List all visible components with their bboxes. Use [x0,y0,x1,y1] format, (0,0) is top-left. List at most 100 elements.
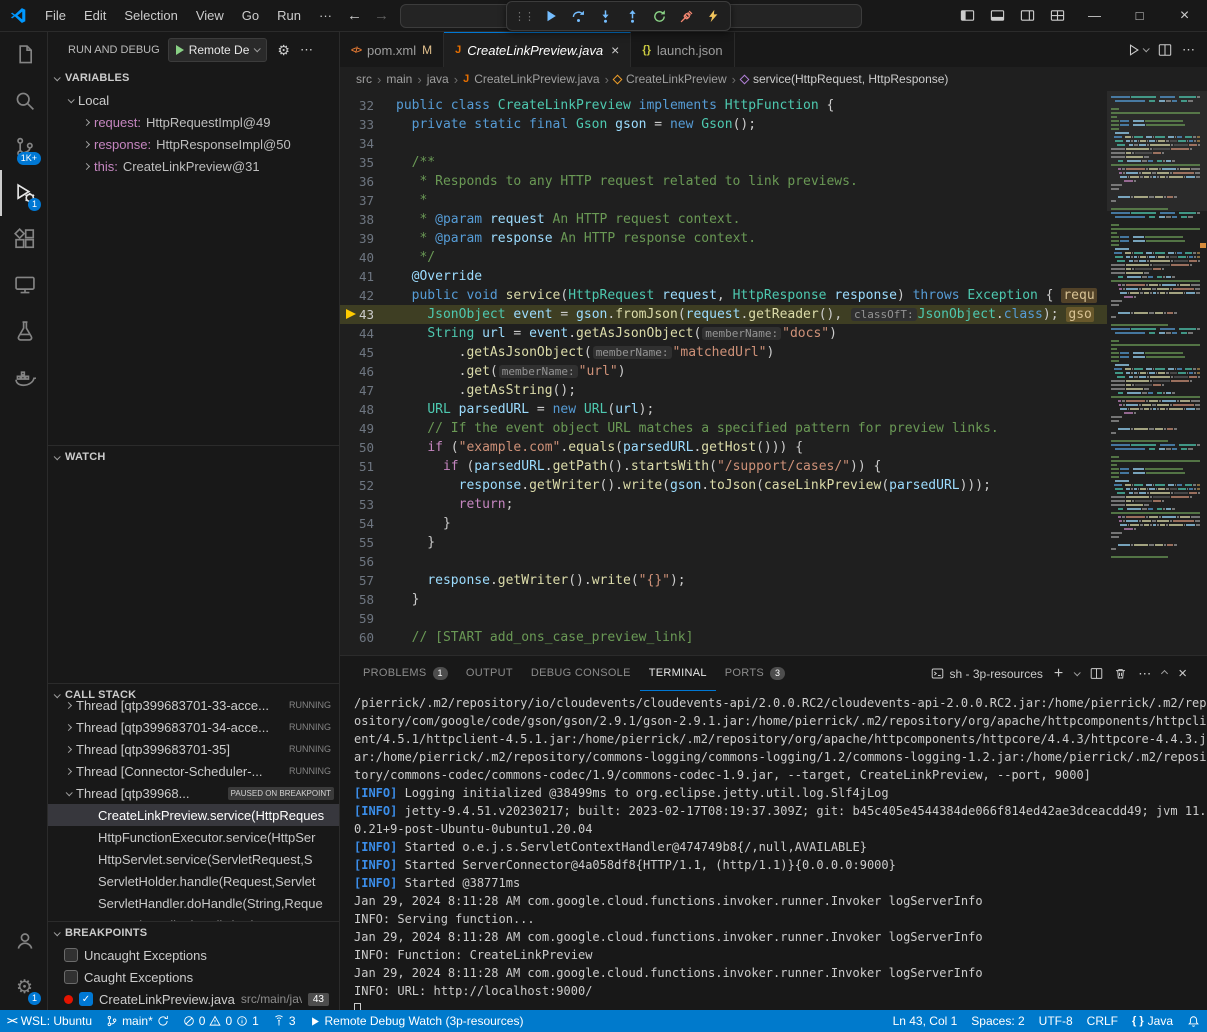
tab-close-icon[interactable]: × [611,42,619,58]
code-line-44[interactable]: 44 String url = event.getAsJsonObject(me… [340,324,1107,343]
line-number[interactable]: 58 [340,590,396,609]
menu-run[interactable]: Run [268,5,310,27]
code-pane[interactable]: 32public class CreateLinkPreview impleme… [340,91,1107,655]
code-line-52[interactable]: 52 response.getWriter().write(gson.toJso… [340,476,1107,495]
line-number[interactable]: 41 [340,267,396,286]
menu-view[interactable]: View [187,5,233,27]
navigate-forward-icon[interactable]: → [368,7,395,24]
callstack-thread[interactable]: Thread [qtp399683701-33-acce...RUNNING [48,694,339,716]
callstack-frame[interactable]: HttpServlet.service(ServletRequest,S [48,848,339,870]
breadcrumb-main[interactable]: main [386,72,412,86]
line-number[interactable]: 44 [340,324,396,343]
line-number[interactable]: 56 [340,552,396,571]
line-number[interactable]: 40 [340,248,396,267]
code-line-60[interactable]: 60 // [START add_ons_case_preview_link] [340,628,1107,647]
debug-settings-gear-icon[interactable]: ⚙ [277,43,290,57]
callstack-thread[interactable]: Thread [qtp399683701-34-acce...RUNNING [48,716,339,738]
code-line-33[interactable]: 33 private static final Gson gson = new … [340,115,1107,134]
debug-step-into-button[interactable] [592,4,618,28]
customize-layout-icon[interactable] [1042,0,1072,31]
code-line-54[interactable]: 54 } [340,514,1107,533]
line-number[interactable]: 37 [340,191,396,210]
callstack-frame[interactable]: ServletHandler.doHandle(String,Reque [48,892,339,914]
code-line-32[interactable]: 32public class CreateLinkPreview impleme… [340,96,1107,115]
code-line-42[interactable]: 42 public void service(HttpRequest reque… [340,286,1107,305]
line-number[interactable]: 33 [340,115,396,134]
encoding-indicator[interactable]: UTF-8 [1032,1010,1080,1032]
variable-request[interactable]: request:HttpRequestImpl@49 [48,111,339,133]
line-number[interactable]: 47 [340,381,396,400]
line-number[interactable]: 55 [340,533,396,552]
code-editor[interactable]: 32public class CreateLinkPreview impleme… [340,91,1207,655]
code-line-39[interactable]: 39 * @param response An HTTP response co… [340,229,1107,248]
window-minimize-button[interactable]: — [1072,0,1117,31]
tab-debug-console[interactable]: DEBUG CONSOLE [522,656,640,691]
terminal-instance[interactable]: sh - 3p-resources [931,667,1043,681]
code-line-55[interactable]: 55 } [340,533,1107,552]
activity-extensions-icon[interactable] [0,216,47,262]
window-maximize-button[interactable]: □ [1117,0,1162,31]
breadcrumb-file[interactable]: CreateLinkPreview.java [474,72,599,86]
line-number[interactable]: 53 [340,495,396,514]
settings-gear-icon[interactable]: ⚙ 1 [0,964,47,1010]
code-line-43[interactable]: 43 JsonObject event = gson.fromJson(requ… [340,305,1107,324]
debug-step-out-button[interactable] [619,4,645,28]
activity-remote-explorer-icon[interactable] [0,262,47,308]
line-number[interactable]: 38 [340,210,396,229]
panel-more-actions-icon[interactable]: ⋯ [1138,666,1151,682]
debug-disconnect-button[interactable] [673,4,699,28]
line-number[interactable]: 52 [340,476,396,495]
toggle-panel-icon[interactable] [982,0,1012,31]
accounts-icon[interactable] [0,918,47,964]
new-terminal-button[interactable]: + [1054,665,1063,683]
callstack-frame[interactable]: HttpFunctionExecutor.service(HttpSer [48,826,339,848]
activity-docker-icon[interactable] [0,354,47,400]
line-number[interactable]: 43 [340,305,396,324]
code-line-38[interactable]: 38 * @param request An HTTP request cont… [340,210,1107,229]
checkbox-checked[interactable]: ✓ [79,992,93,1006]
line-number[interactable]: 54 [340,514,396,533]
line-number[interactable]: 49 [340,419,396,438]
split-editor-icon[interactable] [1158,43,1172,57]
menu-more[interactable]: ··· [310,5,341,27]
breakpoint-uncaught-exceptions[interactable]: Uncaught Exceptions [48,944,339,966]
tab-terminal[interactable]: TERMINAL [640,656,716,691]
remote-indicator[interactable]: >< WSL: Ubuntu [0,1010,99,1032]
menu-file[interactable]: File [36,5,75,27]
line-number[interactable]: 57 [340,571,396,590]
split-terminal-icon[interactable] [1090,667,1103,680]
watch-section-header[interactable]: WATCH [48,446,339,468]
code-line-58[interactable]: 58 } [340,590,1107,609]
activity-explorer-icon[interactable] [0,32,47,78]
tab-ports[interactable]: PORTS 3 [716,656,795,691]
maximize-panel-chevron-icon[interactable] [1161,670,1168,677]
navigate-back-icon[interactable]: ← [341,7,368,24]
code-line-53[interactable]: 53 return; [340,495,1107,514]
close-panel-icon[interactable]: × [1178,665,1187,682]
callstack-frame[interactable]: CreateLinkPreview.service(HttpReques [48,804,339,826]
debug-continue-button[interactable] [538,4,564,28]
debug-config-picker[interactable]: Remote De [168,38,268,62]
code-line-59[interactable]: 59 [340,609,1107,628]
debug-step-over-button[interactable] [565,4,591,28]
run-java-button[interactable] [1127,43,1148,57]
breadcrumb-src[interactable]: src [356,72,372,86]
window-close-button[interactable]: × [1162,0,1207,31]
line-number[interactable]: 39 [340,229,396,248]
line-number[interactable]: 48 [340,400,396,419]
language-mode[interactable]: { } Java [1125,1010,1180,1032]
line-number[interactable]: 60 [340,628,396,647]
code-line-41[interactable]: 41 @Override [340,267,1107,286]
terminal-profile-chevron-icon[interactable] [1074,669,1081,676]
code-line-46[interactable]: 46 .get(memberName:"url") [340,362,1107,381]
line-number[interactable]: 36 [340,172,396,191]
checkbox-unchecked[interactable] [64,948,78,962]
problems-indicator[interactable]: 0 0 1 [176,1010,266,1032]
sidebar-more-actions-icon[interactable]: ⋯ [300,42,313,58]
minimap-slider[interactable] [1107,91,1207,211]
line-number[interactable]: 59 [340,609,396,628]
callstack-frame[interactable]: ScopedHandler.handle(String,Request, [48,914,339,921]
git-branch-indicator[interactable]: main* [99,1010,176,1032]
tab-problems[interactable]: PROBLEMS 1 [354,656,457,691]
line-number[interactable]: 46 [340,362,396,381]
